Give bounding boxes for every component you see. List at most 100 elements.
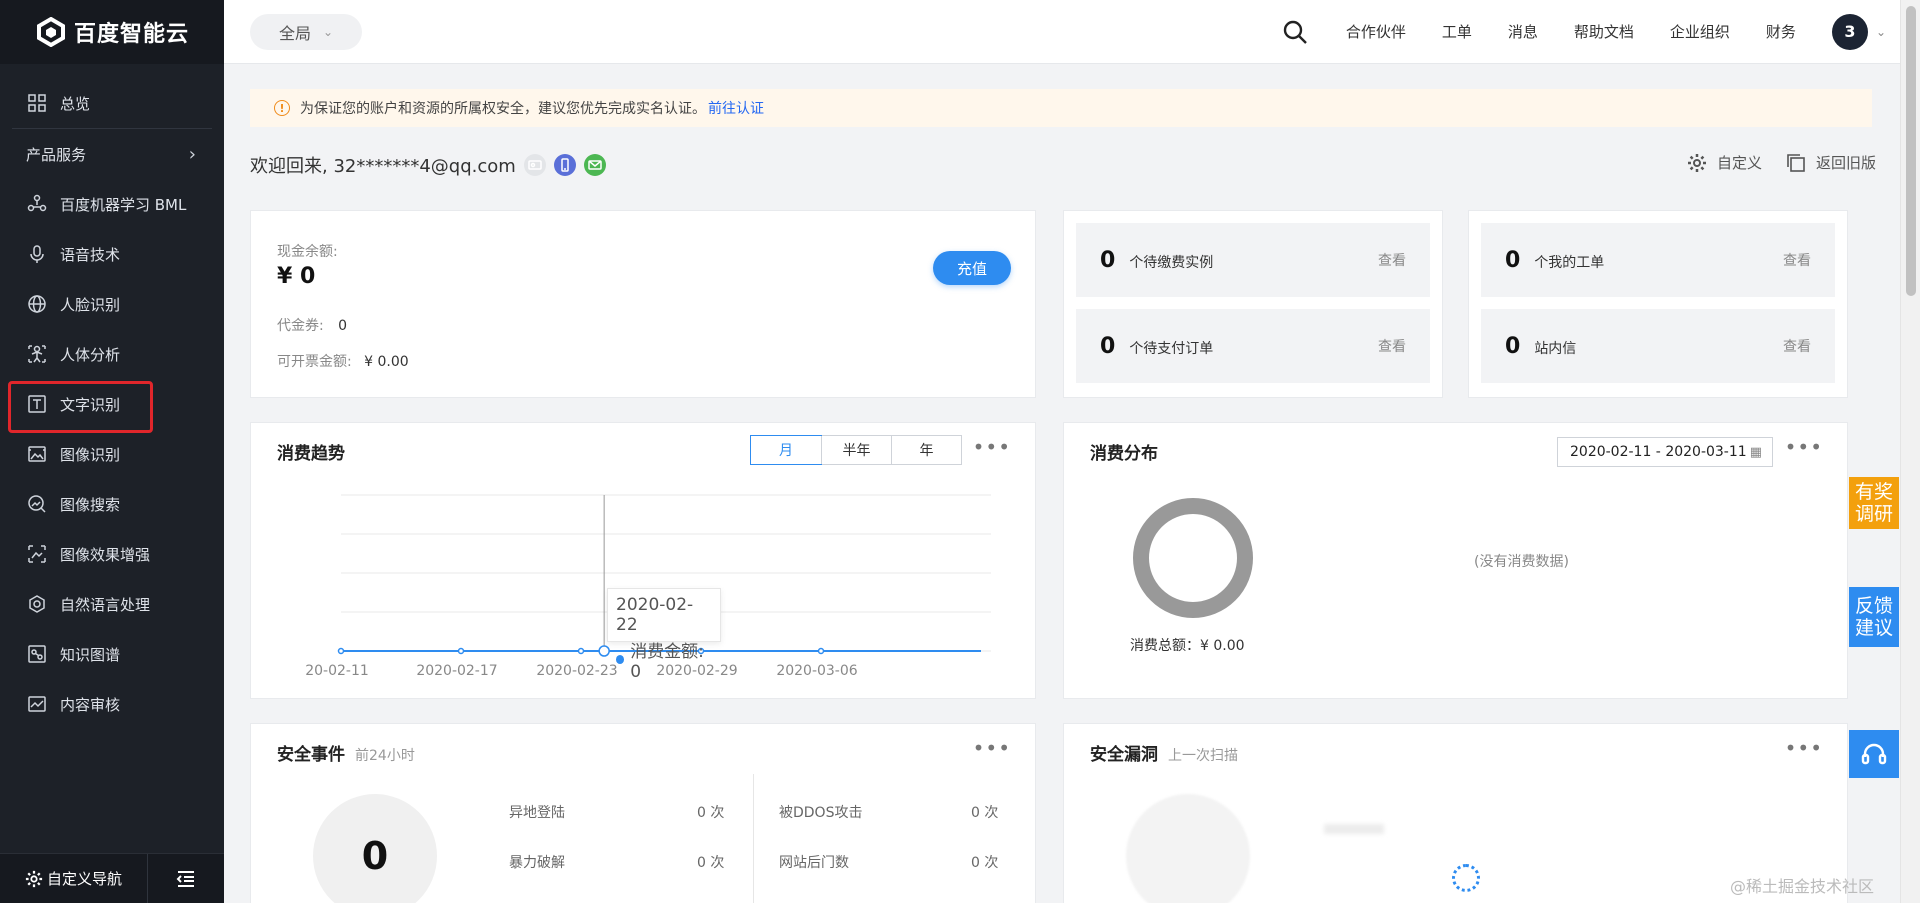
invoice-value: ¥ 0.00 bbox=[364, 354, 409, 370]
tab-year[interactable]: 年 bbox=[891, 436, 961, 464]
sidebar-item-label: 语音技术 bbox=[60, 245, 121, 264]
sidebar-item-image-enhance[interactable]: 图像效果增强 bbox=[0, 529, 224, 579]
pending-instances-view-link[interactable]: 查看 bbox=[1378, 250, 1406, 270]
x-tick-label: 20-02-11 bbox=[305, 663, 369, 679]
pending-instances-box: 0 个待缴费实例 查看 bbox=[1076, 223, 1430, 297]
custom-nav-button[interactable]: 自定义导航 bbox=[0, 853, 148, 903]
tab-month[interactable]: 月 bbox=[750, 435, 822, 465]
chevron-right-icon: › bbox=[188, 143, 196, 165]
sidebar-item-bml[interactable]: 百度机器学习 BML bbox=[0, 179, 224, 229]
sidebar-item-label: 百度机器学习 BML bbox=[60, 195, 187, 214]
feedback-float-button[interactable]: 反馈 建议 bbox=[1849, 587, 1899, 647]
sidebar-item-image-recognition[interactable]: 图像识别 bbox=[0, 429, 224, 479]
event-value: 0 次 bbox=[697, 855, 725, 871]
sidebar-item-overview[interactable]: 总览 bbox=[0, 78, 224, 128]
nlp-icon bbox=[26, 593, 48, 615]
watermark: @稀土掘金技术社区 bbox=[1729, 877, 1874, 896]
topbar-link-organization[interactable]: 企业组织 bbox=[1670, 21, 1730, 42]
topbar-link-messages[interactable]: 消息 bbox=[1508, 21, 1538, 42]
data-point[interactable] bbox=[577, 647, 585, 655]
my-tickets-view-link[interactable]: 查看 bbox=[1783, 250, 1811, 270]
body-icon bbox=[26, 343, 48, 365]
security-vuln-subtitle: 上一次扫描 bbox=[1168, 748, 1238, 764]
sidebar-item-ocr[interactable]: 文字识别 bbox=[0, 379, 224, 433]
sidebar-item-body[interactable]: 人体分析 bbox=[0, 329, 224, 379]
sidebar-item-knowledge-graph[interactable]: 知识图谱 bbox=[0, 629, 224, 679]
customize-button[interactable]: 自定义 bbox=[1687, 152, 1762, 173]
sidebar-item-speech[interactable]: 语音技术 bbox=[0, 229, 224, 279]
date-range-value: 2020-02-11 - 2020-03-11 bbox=[1570, 444, 1747, 460]
inbox-view-link[interactable]: 查看 bbox=[1783, 336, 1811, 356]
verification-notice: ! 为保证您的账户和资源的所属权安全，建议您优先完成实名认证。 前往认证 bbox=[250, 89, 1872, 127]
collapse-sidebar-button[interactable] bbox=[148, 870, 224, 888]
gear-icon bbox=[1687, 153, 1706, 172]
chevron-down-icon[interactable]: ⌄ bbox=[1876, 25, 1886, 39]
text-icon bbox=[26, 393, 48, 415]
topbar-link-docs[interactable]: 帮助文档 bbox=[1574, 21, 1634, 42]
legacy-version-button[interactable]: 返回旧版 bbox=[1786, 152, 1876, 173]
balance-card: 现金余额: ¥ 0 充值 代金券: 0 可开票金额: ¥ 0.00 bbox=[250, 210, 1036, 398]
consumption-trend-card: 消费趋势 月 半年 年 ••• 20-02-11 2020-02-17 2020-0… bbox=[250, 422, 1036, 699]
data-point[interactable] bbox=[457, 647, 465, 655]
verify-link[interactable]: 前往认证 bbox=[708, 98, 764, 118]
sidebar-item-face[interactable]: 人脸识别 bbox=[0, 279, 224, 329]
tab-half-year[interactable]: 半年 bbox=[821, 436, 891, 464]
more-options-icon[interactable]: ••• bbox=[973, 435, 1011, 459]
hover-data-point[interactable] bbox=[598, 645, 610, 657]
sidebar-footer: 自定义导航 bbox=[0, 853, 224, 903]
cash-balance-value: ¥ 0 bbox=[277, 264, 316, 289]
recharge-button[interactable]: 充值 bbox=[933, 251, 1011, 285]
chart-tooltip: 2020-02-22 消费金额: 0 bbox=[607, 588, 721, 682]
inbox-box: 0 站内信 查看 bbox=[1481, 309, 1835, 383]
security-vuln-header: 安全漏洞 上一次扫描 bbox=[1090, 740, 1238, 765]
avatar[interactable]: 3 bbox=[1831, 13, 1868, 50]
more-options-icon[interactable]: ••• bbox=[1785, 736, 1823, 760]
billing-stats-card: 0 个待缴费实例 查看 0 个待支付订单 查看 bbox=[1063, 210, 1443, 398]
topbar-link-partners[interactable]: 合作伙伴 bbox=[1346, 21, 1406, 42]
scope-selector[interactable]: 全局 ⌄ bbox=[250, 13, 362, 50]
sidebar-item-label: 图像效果增强 bbox=[60, 545, 151, 564]
feedback-label: 反馈 建议 bbox=[1854, 595, 1893, 639]
sidebar-item-image-search[interactable]: 图像搜索 bbox=[0, 479, 224, 529]
topbar-link-finance[interactable]: 财务 bbox=[1766, 21, 1796, 42]
page-scrollbar[interactable] bbox=[1900, 0, 1920, 903]
image-icon bbox=[26, 443, 48, 465]
sidebar-item-label: 内容审核 bbox=[60, 695, 121, 714]
chevron-down-icon: ⌄ bbox=[322, 24, 334, 39]
topbar-link-tickets[interactable]: 工单 bbox=[1442, 21, 1472, 42]
grid-icon bbox=[26, 92, 48, 114]
event-value: 0 次 bbox=[971, 805, 999, 821]
scrollbar-thumb[interactable] bbox=[1906, 6, 1916, 296]
date-range-picker[interactable]: 2020-02-11 - 2020-03-11 ▦ bbox=[1557, 437, 1773, 467]
voucher-label: 代金券: bbox=[277, 318, 324, 334]
survey-float-button[interactable]: 有奖 调研 bbox=[1849, 477, 1899, 529]
support-float-button[interactable] bbox=[1849, 730, 1899, 778]
distribution-empty-text: (没有消费数据) bbox=[1474, 554, 1569, 570]
email-icon[interactable] bbox=[583, 154, 606, 176]
pending-orders-view-link[interactable]: 查看 bbox=[1378, 336, 1406, 356]
sidebar-item-nlp[interactable]: 自然语言处理 bbox=[0, 579, 224, 629]
search-icon[interactable] bbox=[1282, 19, 1308, 45]
id-card-icon[interactable] bbox=[523, 154, 546, 176]
brand-logo[interactable]: 百度智能云 bbox=[0, 0, 224, 64]
face-icon bbox=[26, 293, 48, 315]
security-events-subtitle: 前24小时 bbox=[355, 748, 415, 764]
event-label: 异地登陆 bbox=[509, 805, 565, 821]
data-point[interactable] bbox=[817, 647, 825, 655]
security-events-header: 安全事件 前24小时 bbox=[277, 740, 415, 765]
topbar: 全局 ⌄ 合作伙伴 工单 消息 帮助文档 企业组织 财务 3 ⌄ bbox=[224, 0, 1900, 64]
phone-icon[interactable] bbox=[553, 154, 576, 176]
topbar-actions: 合作伙伴 工单 消息 帮助文档 企业组织 财务 3 ⌄ bbox=[1282, 0, 1900, 64]
page-tools: 自定义 返回旧版 bbox=[1663, 152, 1876, 173]
more-options-icon[interactable]: ••• bbox=[973, 736, 1011, 760]
headset-icon bbox=[1861, 743, 1887, 765]
pending-orders-box: 0 个待支付订单 查看 bbox=[1076, 309, 1430, 383]
x-tick-label: 2020-03-06 bbox=[776, 663, 857, 679]
more-options-icon[interactable]: ••• bbox=[1785, 435, 1823, 459]
image-enhance-icon bbox=[26, 543, 48, 565]
data-point[interactable] bbox=[337, 647, 345, 655]
main-content: ! 为保证您的账户和资源的所属权安全，建议您优先完成实名认证。 前往认证 欢迎回… bbox=[224, 65, 1900, 903]
sidebar-item-label: 图像识别 bbox=[60, 445, 121, 464]
sidebar-section-products[interactable]: 产品服务 › bbox=[12, 129, 212, 179]
sidebar-item-content-audit[interactable]: 内容审核 bbox=[0, 679, 224, 729]
